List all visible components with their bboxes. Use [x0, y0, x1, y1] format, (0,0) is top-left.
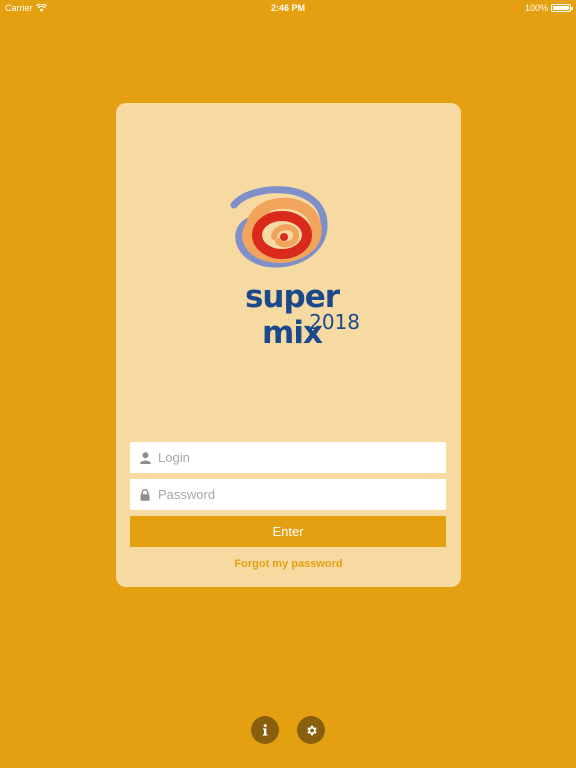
logo-year: 2018 [309, 310, 360, 334]
login-input[interactable] [154, 442, 446, 473]
password-field[interactable] [130, 479, 446, 510]
super-mix-logo: super mix 2018 [212, 183, 372, 351]
info-icon [262, 724, 268, 736]
lock-icon [136, 488, 154, 501]
battery-icon [551, 4, 573, 12]
status-time: 2:46 PM [270, 3, 305, 13]
settings-button[interactable] [297, 716, 325, 744]
info-button[interactable] [251, 716, 279, 744]
status-bar: Carrier 2:46 PM 100% [0, 0, 576, 16]
enter-button[interactable]: Enter [130, 516, 446, 547]
login-field[interactable] [130, 442, 446, 473]
login-card: super mix 2018 Enter Forgot my password [116, 103, 461, 587]
gear-icon [306, 725, 317, 735]
battery-fill [553, 6, 569, 10]
swirl-logo-icon [230, 186, 328, 268]
battery-percent: 100% [524, 3, 548, 13]
password-input[interactable] [154, 479, 446, 510]
forgot-password-link[interactable]: Forgot my password [116, 558, 461, 570]
user-icon [136, 451, 154, 464]
status-battery: 100% [524, 3, 573, 13]
